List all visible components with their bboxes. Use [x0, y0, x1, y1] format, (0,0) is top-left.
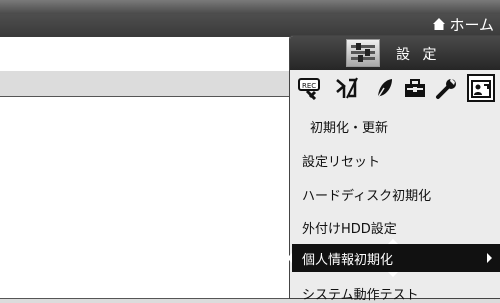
menu-item-external-hdd-settings[interactable]: 外付けHDD設定 [302, 218, 397, 237]
menu-header: 設 定 [290, 36, 500, 70]
up-arrow-icon [388, 239, 398, 244]
section-title: 初期化・更新 [310, 121, 389, 136]
initialize-update-icon[interactable] [467, 74, 495, 102]
menu-item-personal-info-initialize[interactable]: 個人情報初期化 [287, 239, 500, 277]
menu-item-settings-reset[interactable]: 設定リセット [302, 151, 380, 170]
left-arrow-icon [287, 253, 292, 263]
home-icon [433, 18, 446, 30]
menu-title: 設 定 [396, 47, 441, 63]
top-bar-shine [0, 0, 500, 14]
top-bar: ホーム [0, 0, 500, 37]
rec-settings-icon[interactable]: REC [298, 76, 322, 100]
menu-item-system-test[interactable]: システム動作テスト [302, 284, 419, 303]
toolbox-icon[interactable] [403, 76, 427, 100]
menu-item-hdd-initialize[interactable]: ハードディスク初期化 [302, 185, 431, 204]
home-label[interactable]: ホーム [449, 14, 494, 35]
right-arrow-icon [487, 253, 492, 263]
wrench-icon[interactable] [435, 76, 459, 100]
down-arrow-icon [388, 272, 398, 277]
menu-item-label: 個人情報初期化 [302, 252, 394, 268]
home-link[interactable]: ホーム [432, 14, 494, 34]
eco-leaf-icon[interactable] [372, 76, 396, 100]
antenna-settings-icon[interactable] [335, 76, 359, 100]
settings-icon [346, 39, 380, 67]
settings-menu: 設 定 REC 初期化・更新 設定リセット ハードディスク初期化 外付けHDD設… [287, 35, 500, 303]
svg-text:REC: REC [302, 82, 316, 90]
category-icon-row: REC [290, 74, 500, 102]
content-pane [0, 96, 291, 299]
